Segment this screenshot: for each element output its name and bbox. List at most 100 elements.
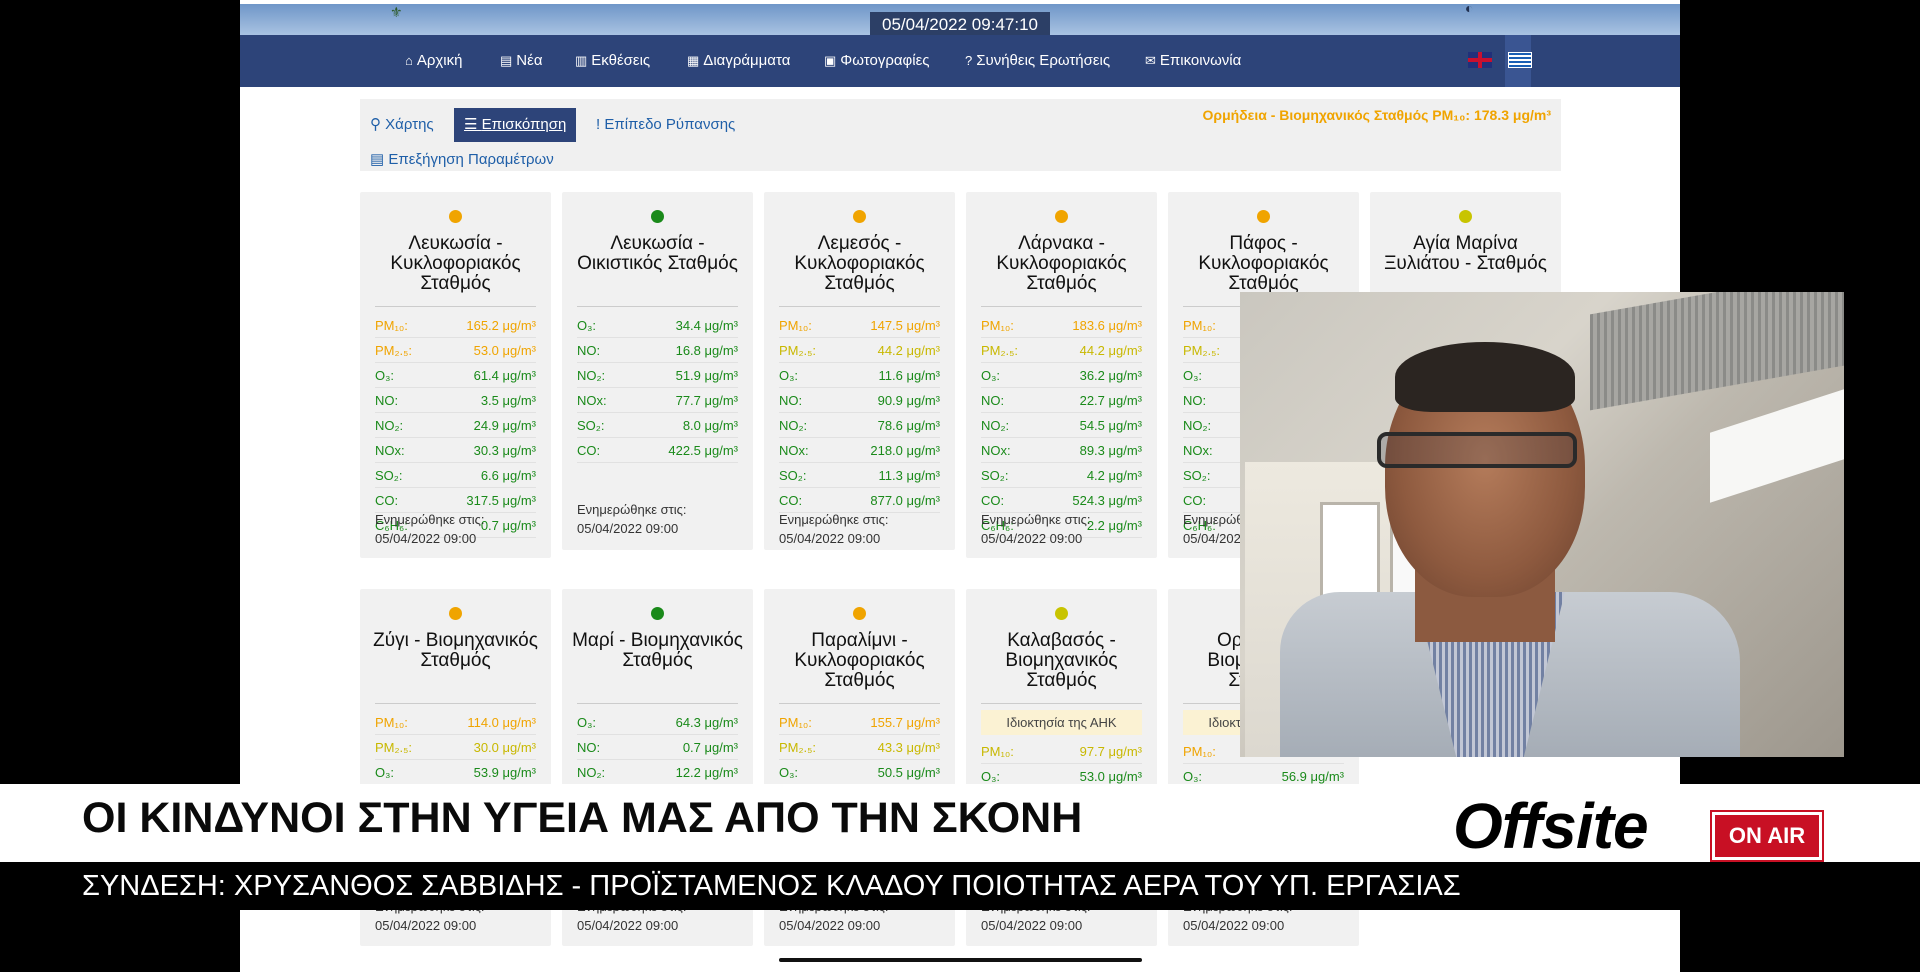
pollutant-name: CO:: [577, 443, 601, 458]
status-dot-icon: [1055, 210, 1068, 223]
measurement-row: SO₂: 11.3 μg/m³: [779, 463, 940, 488]
pollutant-value: 16.8 μg/m³: [675, 343, 738, 358]
pollutant-name: PM₁₀:: [375, 715, 408, 730]
pollutant-name: O₃:: [577, 715, 597, 730]
nav-item-2[interactable]: ▥ Εκθέσεις: [575, 52, 650, 69]
pollutant-value: 64.3 μg/m³: [675, 715, 738, 730]
pollutant-name: NOx:: [577, 393, 607, 408]
pollutant-value: 165.2 μg/m³: [466, 318, 536, 333]
pollutant-value: 147.5 μg/m³: [870, 318, 940, 333]
last-updated-time: 05/04/2022 09:00: [375, 918, 477, 933]
pollutant-value: 44.2 μg/m³: [877, 343, 940, 358]
highest-pollution-alert[interactable]: Ορμήδεια - Βιομηχανικός Σταθμός PM₁₀: 17…: [1203, 107, 1551, 123]
pollutant-value: 155.7 μg/m³: [870, 715, 940, 730]
question-icon: ?: [965, 53, 973, 68]
pollutant-value: 183.6 μg/m³: [1072, 318, 1142, 333]
measurement-row: PM₂.₅: 30.0 μg/m³: [375, 735, 536, 760]
view-tabs: ⚲ Χάρτης ☰ Επισκόπηση ! Επίπεδο Ρύπανσης…: [360, 99, 1561, 171]
measurement-row: NO₂: 51.9 μg/m³: [577, 363, 738, 388]
pollutant-name: O₃:: [375, 765, 395, 780]
pollutant-name: PM₁₀:: [981, 318, 1014, 333]
measurement-row: PM₁₀: 183.6 μg/m³: [981, 313, 1142, 338]
site-logo-icon[interactable]: ⚜: [390, 4, 403, 21]
nav-item-0[interactable]: ⌂ Αρχική: [405, 52, 462, 69]
envelope-icon: ✉: [1145, 52, 1156, 68]
pollutant-name: PM₂.₅:: [1183, 343, 1221, 358]
nav-item-5[interactable]: ? Συνήθεις Ερωτήσεις: [965, 52, 1110, 69]
measurement-row: PM₁₀: 114.0 μg/m³: [375, 710, 536, 735]
english-flag-icon[interactable]: [1468, 52, 1492, 68]
pollutant-name: O₃:: [981, 368, 1001, 383]
person-glasses: [1377, 432, 1577, 468]
pollutant-name: O₃:: [779, 765, 799, 780]
pollutant-name: NO:: [577, 343, 601, 358]
pollutant-name: SO₂:: [1183, 468, 1211, 483]
measurement-row: PM₂.₅: 44.2 μg/m³: [779, 338, 940, 363]
pollutant-value: 3.5 μg/m³: [480, 393, 536, 408]
measurement-row: O₃: 53.9 μg/m³: [375, 760, 536, 785]
station-name: Παραλίμνι - Κυκλοφοριακός Σταθμός: [794, 630, 925, 691]
measurement-row: NO₂: 54.5 μg/m³: [981, 413, 1142, 438]
station-card[interactable]: Λευκωσία - Οικιστικός Σταθμός O₃: 34.4 μg/…: [562, 192, 753, 550]
pollutant-value: 114.0 μg/m³: [467, 715, 536, 730]
greek-flag-icon[interactable]: [1508, 52, 1532, 68]
caption-bar: ΣΥΝΔΕΣΗ: ΧΡΥΣΑΝΘΟΣ ΣΑΒΒΙΔΗΣ - ΠΡΟΪΣΤΑΜΕΝ…: [0, 862, 1920, 910]
pollutant-name: PM₂.₅:: [981, 343, 1019, 358]
station-card[interactable]: Λευκωσία - Κυκλοφοριακός Σταθμός PM₁₀: 165…: [360, 192, 551, 558]
pollutant-name: SO₂:: [577, 418, 605, 433]
station-name: Λευκωσία - Κυκλοφοριακός Σταθμός: [390, 233, 521, 294]
pollutant-name: PM₁₀:: [1183, 318, 1216, 333]
pollutant-value: 11.3 μg/m³: [878, 468, 940, 483]
pollutant-name: NO₂:: [577, 765, 606, 780]
measurement-row: O₃: 11.6 μg/m³: [779, 363, 940, 388]
tab-parameter-explanation[interactable]: ▤ Επεξήγηση Παραμέτρων: [360, 143, 564, 177]
pollutant-name: NO:: [577, 740, 601, 755]
pollutant-value: 50.5 μg/m³: [877, 765, 940, 780]
pollutant-name: O₃:: [375, 368, 395, 383]
nav-item-4[interactable]: ▣ Φωτογραφίες: [824, 52, 930, 69]
station-card[interactable]: Λάρνακα - Κυκλοφοριακός Σταθμός PM₁₀: 183.…: [966, 192, 1157, 558]
card-divider: [981, 703, 1142, 704]
pollutant-value: 0.7 μg/m³: [682, 740, 738, 755]
tab-overview[interactable]: ☰ Επισκόπηση: [454, 108, 577, 142]
pollutant-name: PM₂.₅:: [375, 343, 413, 358]
pollutant-name: O₃:: [779, 368, 799, 383]
last-updated-time: 05/04/2022 09:00: [779, 531, 881, 546]
tab-map[interactable]: ⚲ Χάρτης: [360, 108, 444, 142]
last-updated-label: Ενημερώθηκε στις:: [577, 502, 687, 517]
measurement-row: NO₂: 78.6 μg/m³: [779, 413, 940, 438]
station-name: Λεμεσός - Κυκλοφοριακός Σταθμός: [794, 233, 925, 294]
nav-item-3[interactable]: ▦ Διαγράμματα: [687, 52, 790, 69]
map-marker-icon: ⚲: [370, 116, 386, 133]
nav-item-6[interactable]: ✉ Επικοινωνία: [1145, 52, 1241, 69]
station-card[interactable]: Λεμεσός - Κυκλοφοριακός Σταθμός PM₁₀: 147.…: [764, 192, 955, 550]
pollutant-name: NO₂:: [577, 368, 606, 383]
pollutant-name: NO₂:: [779, 418, 808, 433]
measurement-row: PM₂.₅: 53.0 μg/m³: [375, 338, 536, 363]
status-dot-icon: [651, 210, 664, 223]
measurement-row: SO₂: 4.2 μg/m³: [981, 463, 1142, 488]
measurement-row: NO₂: 12.2 μg/m³: [577, 760, 738, 785]
tab-pollution-level[interactable]: ! Επίπεδο Ρύπανσης: [586, 108, 745, 142]
station-name: Πάφος - Κυκλοφοριακός Σταθμός: [1198, 233, 1329, 294]
pollutant-name: SO₂:: [981, 468, 1009, 483]
pollutant-name: PM₁₀:: [1183, 744, 1216, 759]
measurement-row: O₃: 36.2 μg/m³: [981, 363, 1142, 388]
measurement-row: PM₁₀: 147.5 μg/m³: [779, 313, 940, 338]
nav-item-label: Νέα: [516, 52, 543, 69]
pollutant-name: NO₂:: [375, 418, 404, 433]
pollutant-name: NO:: [981, 393, 1005, 408]
measurement-row: NO: 90.9 μg/m³: [779, 388, 940, 413]
pollutant-value: 0.7 μg/m³: [480, 518, 536, 533]
station-name: Αγία Μαρίνα Ξυλιάτου - Σταθμός: [1384, 233, 1547, 274]
status-dot-icon: [1459, 210, 1472, 223]
nav-item-1[interactable]: ▤ Νέα: [500, 52, 543, 69]
guest-caption: ΣΥΝΔΕΣΗ: ΧΡΥΣΑΝΘΟΣ ΣΑΒΒΙΔΗΣ - ΠΡΟΪΣΤΑΜΕΝ…: [82, 870, 1461, 902]
pollutant-value: 34.4 μg/m³: [675, 318, 738, 333]
home-icon: ⌂: [405, 53, 413, 68]
last-updated: Ενημερώθηκε στις: 05/04/2022 09:00: [375, 510, 485, 548]
card-divider: [375, 703, 536, 704]
pollutant-name: NOx:: [981, 443, 1011, 458]
pollutant-value: 422.5 μg/m³: [668, 443, 738, 458]
chart-icon: ▦: [687, 52, 700, 68]
